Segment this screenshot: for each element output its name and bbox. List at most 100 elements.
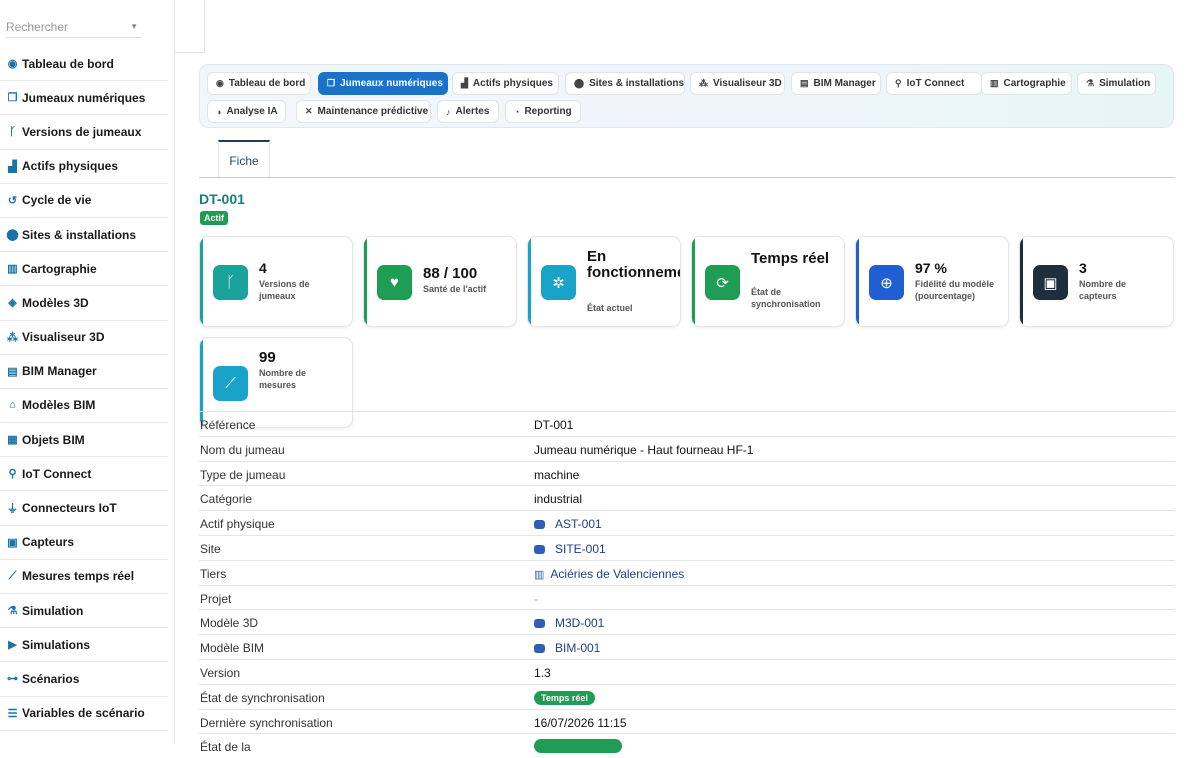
sidebar-item-tableau-de-bord[interactable]: ◉ Tableau de bord bbox=[0, 47, 168, 82]
chart-line-icon: ⟋ bbox=[8, 569, 17, 582]
table-row: Dernière synchronisation 16/07/2026 11:15 bbox=[199, 708, 1175, 734]
field-value[interactable]: ▥ Aciéries de Valenciennes bbox=[534, 567, 684, 581]
tab-label: Analyse IA bbox=[226, 106, 278, 117]
sidebar-item-versions-de-jumeaux[interactable]: ᚴ Versions de jumeaux bbox=[0, 115, 168, 150]
kpi-accent-bar bbox=[528, 237, 531, 326]
field-value: industrial bbox=[534, 492, 583, 507]
tab-sites-installations[interactable]: ⬤ Sites & installations bbox=[565, 72, 685, 95]
tab-actifs-physiques[interactable]: ▟ Actifs physiques bbox=[452, 72, 559, 95]
kpi-label: Versions de jumeaux bbox=[259, 279, 310, 301]
kpi-card: ✲ En fonctionnement État actuel bbox=[527, 236, 681, 327]
sidebar-item-objets-bim[interactable]: ▦ Objets BIM bbox=[0, 423, 168, 458]
sidebar-item-label: Sites & installations bbox=[22, 227, 137, 242]
tab-jumeaux-num-riques[interactable]: ❐ Jumeaux numériques bbox=[318, 72, 448, 95]
cube-icon: ◈ bbox=[8, 297, 17, 310]
field-label: Modèle 3D bbox=[200, 616, 259, 631]
sidebar-item-jumeaux-num-riques[interactable]: ❐ Jumeaux numériques bbox=[0, 81, 168, 116]
sidebar-item-visualiseur-3d[interactable]: ⁂ Visualiseur 3D bbox=[0, 321, 168, 355]
sidebar-item-variables-de-sc-nario[interactable]: ☰ Variables de scénario bbox=[0, 697, 168, 731]
tab-alertes[interactable]: ♪ Alertes bbox=[437, 100, 499, 123]
tab-analyse-ia[interactable]: ◑ Analyse IA bbox=[207, 100, 286, 123]
module-tabs-bar: ◉ Tableau de bord ❐ Jumeaux numériques ▟ Acti… bbox=[199, 64, 1174, 128]
sidebar-item-label: IoT Connect bbox=[22, 466, 92, 481]
sidebar-item-cycle-de-vie[interactable]: ↺ Cycle de vie bbox=[0, 184, 168, 218]
field-label: Modèle BIM bbox=[200, 641, 265, 656]
link-text[interactable]: AST-001 bbox=[555, 517, 602, 531]
tab-visualiseur-3d[interactable]: ⁂ Visualiseur 3D bbox=[690, 72, 785, 95]
sidebar-item-simulation[interactable]: ⚗ Simulation bbox=[0, 594, 168, 629]
building-icon: ▤ bbox=[7, 365, 18, 378]
sidebar-item-iot-connect[interactable]: ⚲ IoT Connect bbox=[0, 457, 168, 492]
sidebar-item-sites-installations[interactable]: ⬤ Sites & installations bbox=[0, 218, 168, 253]
field-value[interactable]: AST-001 bbox=[534, 517, 602, 531]
field-value[interactable]: M3D-001 bbox=[534, 616, 604, 630]
dashboard-icon: ◉ bbox=[7, 58, 18, 71]
cog-icon: ✲ bbox=[541, 265, 576, 300]
field-label: Référence bbox=[200, 418, 256, 432]
sidebar-item-bim-manager[interactable]: ▤ BIM Manager bbox=[0, 355, 168, 389]
search-placeholder: Rechercher bbox=[6, 20, 69, 34]
sidebar-item-mesures-temps-r-el[interactable]: ⟋ Mesures temps réel bbox=[0, 560, 168, 594]
flask-icon: ⚗ bbox=[1086, 78, 1095, 88]
kpi-accent-bar bbox=[364, 237, 367, 326]
status-pill bbox=[534, 739, 622, 754]
table-row: État de la bbox=[199, 733, 1175, 758]
field-label: Catégorie bbox=[200, 492, 253, 507]
link-object-icon bbox=[534, 644, 545, 654]
kpi-value: 88 / 100 bbox=[423, 265, 478, 282]
cubes-icon: ⁂ bbox=[7, 331, 18, 344]
table-row: Site SITE-001 bbox=[199, 534, 1175, 560]
sidebar-item-label: Simulation bbox=[22, 603, 84, 618]
industry-icon: ▟ bbox=[8, 160, 17, 173]
sidebar-item-mod-les-bim[interactable]: ⌂ Modèles BIM bbox=[0, 389, 168, 424]
flask-icon: ⚗ bbox=[7, 605, 18, 618]
tab-bim-manager[interactable]: ▤ BIM Manager bbox=[791, 72, 881, 95]
tools-icon: ✕ bbox=[305, 106, 313, 116]
search-select[interactable]: Rechercher ▼ bbox=[6, 16, 142, 38]
tab-label: IoT Connect bbox=[906, 78, 965, 89]
broadcast-icon: ⚲ bbox=[8, 468, 17, 481]
field-value: Jumeau numérique - Haut fourneau HF-1 bbox=[534, 442, 754, 457]
tab-iot-connect[interactable]: ⚲ IoT Connect bbox=[886, 72, 982, 95]
sidebar-item-sc-narios[interactable]: ⊶ Scénarios bbox=[0, 662, 168, 697]
copy-icon: ❐ bbox=[327, 78, 336, 88]
kpi-value: En fonctionnement bbox=[587, 248, 680, 281]
sidebar-item-capteurs[interactable]: ▣ Capteurs bbox=[0, 526, 168, 560]
kpi-value: 3 bbox=[1079, 260, 1087, 276]
chevron-down-icon[interactable]: ▼ bbox=[130, 22, 138, 31]
sidebar-item-connecteurs-iot[interactable]: ⏚ Connecteurs IoT bbox=[0, 491, 168, 526]
sidebar-item-cartographie[interactable]: ▥ Cartographie bbox=[0, 252, 168, 287]
sidebar: Rechercher ▼ ◉ Tableau de bord ❐ Jumeaux nu… bbox=[0, 0, 175, 743]
field-label: Type de jumeau bbox=[200, 467, 286, 482]
pie-chart-icon: ◔ bbox=[514, 106, 520, 117]
table-row: Modèle 3D M3D-001 bbox=[199, 609, 1175, 634]
field-label: Nom du jumeau bbox=[200, 442, 285, 457]
sync-icon: ⟳ bbox=[705, 265, 740, 300]
tab-maintenance-pr-dictive[interactable]: ✕ Maintenance prédictive bbox=[296, 100, 431, 123]
link-text[interactable]: SITE-001 bbox=[555, 542, 606, 556]
tab-label: Sites & installations bbox=[589, 78, 685, 89]
sidebar-item-mod-les-3d[interactable]: ◈ Modèles 3D bbox=[0, 286, 168, 321]
link-text[interactable]: BIM-001 bbox=[555, 641, 600, 655]
field-value[interactable]: BIM-001 bbox=[534, 641, 600, 655]
sidebar-item-label: Simulations bbox=[22, 637, 91, 652]
sidebar-menu: ◉ Tableau de bord ❐ Jumeaux numériques ᚴ Vers… bbox=[0, 47, 168, 731]
link-object-icon bbox=[534, 544, 545, 554]
tab-label: Tableau de bord bbox=[228, 78, 306, 89]
kpi-label: Fidélité du modèle (pourcentage) bbox=[915, 279, 995, 301]
tab-reporting[interactable]: ◔ Reporting bbox=[505, 100, 581, 123]
tab-simulation[interactable]: ⚗ Simulation bbox=[1077, 72, 1156, 95]
kpi-accent-bar bbox=[200, 237, 203, 326]
field-value: Temps réel bbox=[534, 690, 595, 705]
field-value[interactable]: SITE-001 bbox=[534, 542, 606, 556]
table-row: Catégorie industrial bbox=[199, 485, 1175, 510]
tab-tableau-de-bord[interactable]: ◉ Tableau de bord bbox=[207, 72, 311, 95]
link-text[interactable]: Aciéries de Valenciennes bbox=[550, 567, 684, 581]
link-text[interactable]: M3D-001 bbox=[555, 616, 604, 630]
tab-fiche[interactable]: Fiche bbox=[218, 140, 270, 177]
sidebar-item-actifs-physiques[interactable]: ▟ Actifs physiques bbox=[0, 150, 168, 184]
kpi-card: ᚴ 4 Versions de jumeaux bbox=[199, 236, 353, 327]
kpi-accent-bar bbox=[692, 237, 695, 326]
sidebar-item-simulations[interactable]: ▶ Simulations bbox=[0, 628, 168, 663]
tab-cartographie[interactable]: ▥ Cartographie bbox=[981, 72, 1072, 95]
